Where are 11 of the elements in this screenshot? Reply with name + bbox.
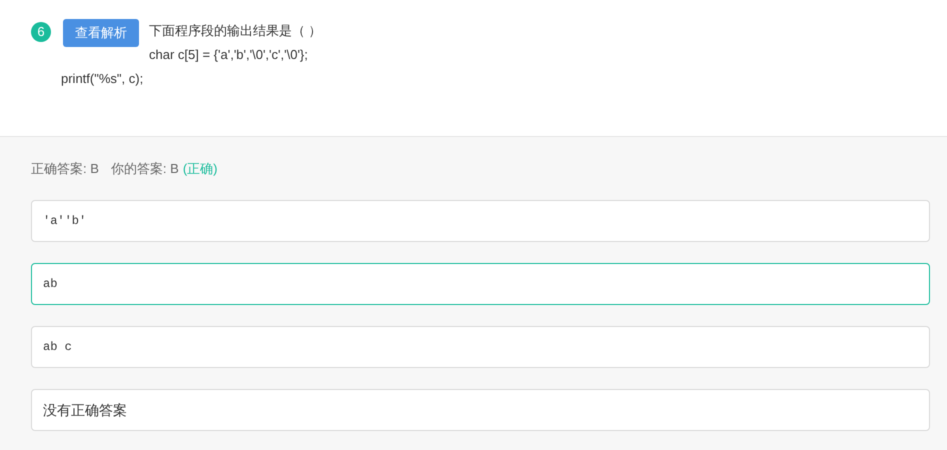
answer-option[interactable]: ab c xyxy=(31,326,930,368)
correct-answer-text: 正确答案: B xyxy=(31,160,99,178)
code-line: char c[5] = {'a','b','\0','c','\0'}; xyxy=(149,46,309,64)
answer-option[interactable]: ab xyxy=(31,263,930,305)
answer-option[interactable]: 没有正确答案 xyxy=(31,389,930,431)
answer-verdict: (正确) xyxy=(182,160,218,178)
question-number-badge: 6 xyxy=(31,22,51,42)
your-answer-text: 你的答案: B xyxy=(110,160,179,178)
answer-option[interactable]: 'a''b' xyxy=(31,200,930,242)
code-line: printf("%s", c); xyxy=(61,71,144,86)
question-text: 下面程序段的输出结果是（ ） xyxy=(149,22,322,40)
